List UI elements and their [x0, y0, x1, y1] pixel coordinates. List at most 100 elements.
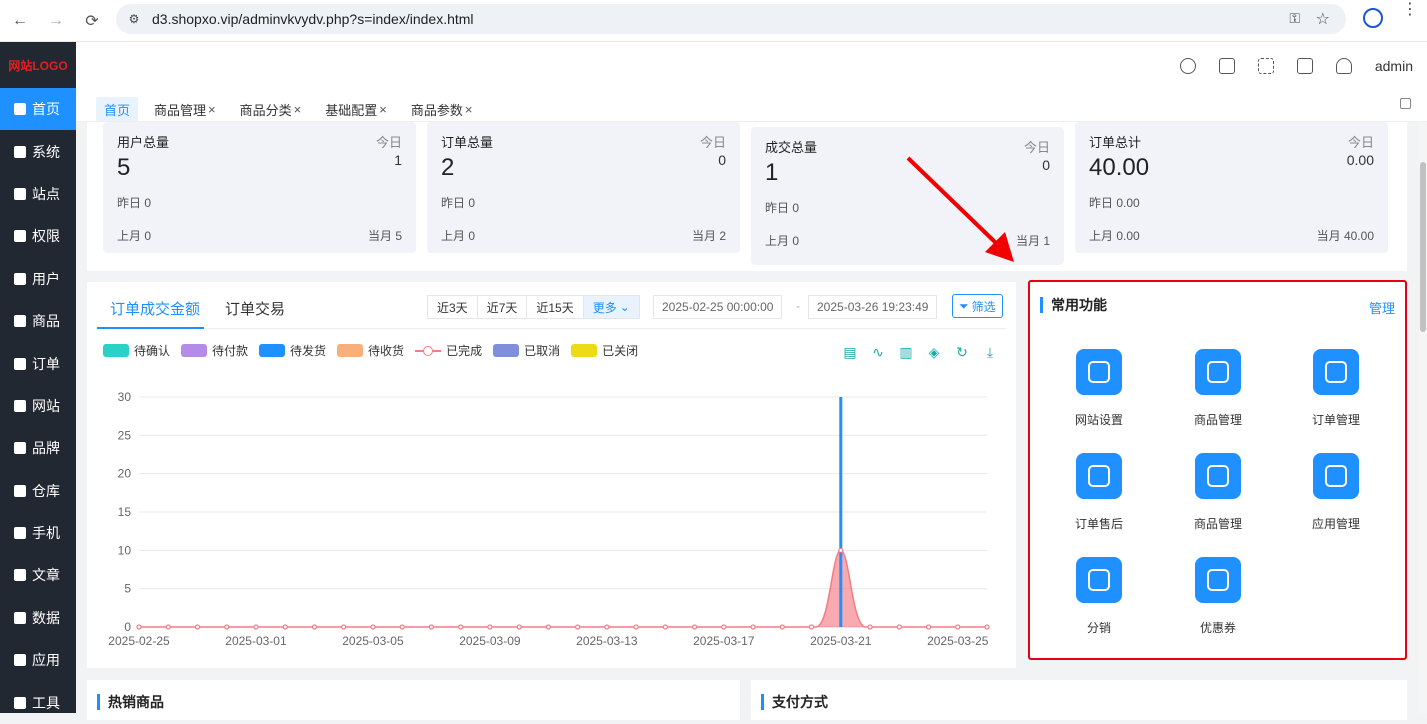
data-point[interactable] — [428, 624, 435, 630]
sidebar-item-11[interactable]: 文章 — [0, 554, 76, 596]
scrollbar-thumb[interactable] — [1420, 162, 1426, 332]
data-point[interactable] — [194, 624, 201, 630]
tab-1[interactable]: 商品管理 × — [146, 97, 224, 121]
clear-cache-icon[interactable] — [1218, 58, 1235, 74]
quick-item[interactable]: 应用管理 — [1296, 453, 1376, 532]
x-tick-label: 2025-03-17 — [693, 634, 755, 648]
sidebar-item-7[interactable]: 网站 — [0, 385, 76, 427]
data-point[interactable] — [691, 624, 698, 630]
sidebar-item-8[interactable]: 品牌 — [0, 427, 76, 469]
sidebar-item-5[interactable]: 商品 — [0, 300, 76, 342]
data-point[interactable] — [545, 624, 551, 630]
stat-title: 订单总量 — [441, 135, 494, 150]
data-point[interactable] — [487, 624, 493, 630]
tab-3[interactable]: 基础配置 × — [317, 97, 395, 121]
icon-glyph — [1207, 465, 1229, 487]
data-point[interactable] — [282, 624, 288, 630]
bar-pending-ship[interactable] — [839, 397, 843, 627]
bookmark-star-icon[interactable]: ☆ — [1316, 9, 1330, 29]
stat-yesterday: 昨日 0 — [117, 196, 152, 210]
data-point[interactable] — [399, 624, 405, 630]
forward-icon[interactable]: → — [44, 9, 68, 33]
icon-glyph — [1088, 569, 1110, 591]
page-scrollbar[interactable] — [1419, 122, 1427, 713]
back-icon[interactable]: ← — [8, 9, 32, 33]
stat-card: 订单总计 40.00 今日 0.00 昨日 0.00 上月 0.00 当月 40.00 — [1075, 122, 1388, 253]
bell-icon[interactable] — [1335, 58, 1352, 74]
browser-menu-icon[interactable]: ⋮ — [1402, 2, 1418, 18]
data-point[interactable] — [896, 624, 902, 630]
sidebar-item-1[interactable]: 系统 — [0, 130, 76, 172]
data-point[interactable] — [311, 624, 318, 630]
data-point[interactable] — [575, 624, 581, 630]
tab-2[interactable]: 商品分类 × — [232, 97, 310, 121]
close-icon[interactable]: × — [379, 102, 387, 117]
address-bar[interactable]: ⚙ d3.shopxo.vip/adminvkvydv.php?s=index/… — [116, 4, 1346, 34]
data-point[interactable] — [867, 624, 873, 630]
key-icon[interactable]: ⚿ — [1289, 10, 1300, 27]
brand-icon — [14, 442, 26, 455]
data-point[interactable] — [341, 624, 347, 630]
sidebar-item-13[interactable]: 应用 — [0, 639, 76, 681]
data-point[interactable] — [136, 624, 142, 630]
close-icon[interactable]: × — [465, 102, 473, 117]
data-point[interactable] — [779, 624, 785, 630]
data-point[interactable] — [750, 624, 756, 630]
sidebar-item-label: 网站 — [32, 397, 60, 414]
data-point[interactable] — [838, 547, 844, 553]
quick-manage-link[interactable]: 管理 — [1369, 298, 1395, 317]
quick-item[interactable]: 商品管理 — [1178, 453, 1258, 532]
quick-item[interactable]: 网站设置 — [1059, 349, 1139, 428]
tab-0[interactable]: 首页 — [96, 97, 139, 121]
data-point[interactable] — [370, 624, 376, 630]
quick-item[interactable]: 分销 — [1059, 557, 1139, 636]
data-point[interactable] — [662, 624, 668, 630]
sidebar-item-3[interactable]: 权限 — [0, 215, 76, 257]
data-point[interactable] — [808, 624, 815, 630]
sidebar-item-9[interactable]: 仓库 — [0, 470, 76, 512]
sidebar-item-label: 手机 — [32, 525, 60, 542]
logo[interactable]: 网站LOGO — [0, 42, 76, 88]
theme-icon[interactable] — [1179, 58, 1196, 74]
sidebar-item-2[interactable]: 站点 — [0, 173, 76, 215]
tabs-grid-icon[interactable] — [1400, 98, 1411, 109]
close-icon[interactable]: × — [208, 102, 216, 117]
quick-item[interactable]: 订单管理 — [1296, 349, 1376, 428]
url-text[interactable]: d3.shopxo.vip/adminvkvydv.php?s=index/in… — [152, 11, 474, 27]
sidebar-item-12[interactable]: 数据 — [0, 597, 76, 639]
data-point[interactable] — [516, 624, 522, 630]
sidebar-item-0[interactable]: 首页 — [0, 88, 76, 131]
tab-label: 商品分类 — [239, 102, 292, 118]
data-point[interactable] — [721, 624, 727, 630]
sidebar-item-14[interactable]: 工具 — [0, 681, 76, 723]
site-info-icon[interactable]: ⚙ — [126, 11, 142, 27]
data-point[interactable] — [925, 624, 932, 630]
quick-item[interactable]: 优惠券 — [1178, 557, 1258, 636]
sidebar-item-4[interactable]: 用户 — [0, 258, 76, 300]
admin-user[interactable]: admin — [1375, 58, 1413, 74]
order-amount-chart: 0 5 10 15 20 25 30 2025-02-25 2025-03-01 2025-03-… — [108, 390, 990, 648]
close-icon[interactable]: × — [294, 102, 302, 117]
data-point[interactable] — [224, 624, 230, 630]
reload-icon[interactable]: ⟳ — [80, 9, 104, 33]
sliders-icon — [14, 187, 26, 200]
data-point[interactable] — [633, 624, 639, 630]
icon-glyph — [1325, 361, 1347, 383]
data-point[interactable] — [984, 624, 990, 630]
y-tick-label: 25 — [118, 428, 132, 442]
quick-item[interactable]: 订单售后 — [1059, 453, 1139, 532]
data-point[interactable] — [253, 624, 259, 630]
data-point[interactable] — [458, 624, 464, 630]
data-point[interactable] — [604, 624, 610, 630]
browser-toolbar: ← → ⟳ ⚙ d3.shopxo.vip/adminvkvydv.php?s=… — [0, 0, 1427, 42]
data-point[interactable] — [955, 624, 961, 630]
quick-item[interactable]: 商品管理 — [1178, 349, 1258, 428]
tab-4[interactable]: 商品参数 × — [403, 97, 481, 121]
y-tick-label: 5 — [124, 582, 131, 596]
fullscreen-icon[interactable] — [1257, 58, 1274, 74]
sidebar-item-6[interactable]: 订单 — [0, 342, 76, 384]
home-icon[interactable] — [1296, 58, 1313, 74]
sidebar-item-10[interactable]: 手机 — [0, 512, 76, 554]
data-point[interactable] — [165, 624, 171, 630]
profile-icon[interactable] — [1363, 8, 1383, 28]
